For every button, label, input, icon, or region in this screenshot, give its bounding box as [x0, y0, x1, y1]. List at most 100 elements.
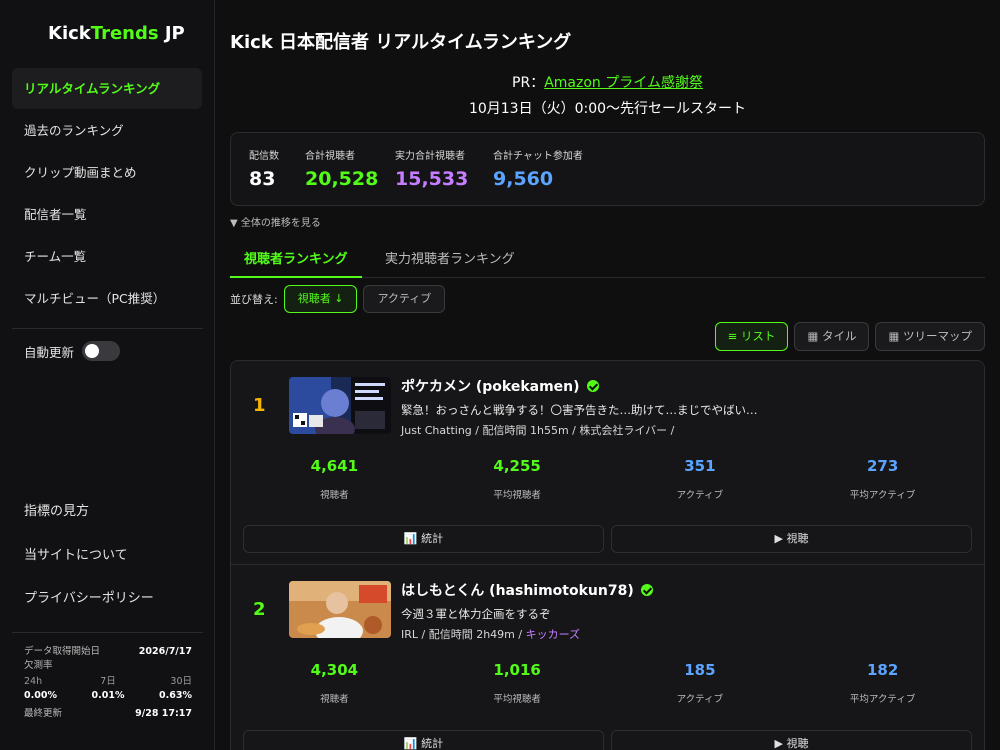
- sidebar-nav: リアルタイムランキング 過去のランキング クリップ動画まとめ 配信者一覧 チーム…: [12, 68, 202, 320]
- metric-viewers: 4,641 視聴者: [243, 457, 426, 501]
- sidebar-item-realtime-ranking[interactable]: リアルタイムランキング: [12, 68, 202, 109]
- sort-active-button[interactable]: アクティブ: [363, 285, 446, 313]
- site-logo[interactable]: KickTrends JP: [48, 23, 185, 44]
- sidebar-divider: [12, 328, 203, 329]
- metric-value: 185: [684, 661, 716, 679]
- stream-category: Just Chatting: [401, 424, 472, 437]
- view-tile-button[interactable]: ▦ タイル: [794, 322, 870, 351]
- summary-label: 合計チャット参加者: [493, 151, 583, 162]
- missing-rate-label-24h: 24h: [24, 676, 43, 687]
- rank-number: 2: [253, 599, 266, 620]
- summary-label: 配信数: [249, 151, 279, 162]
- last-updated-value: 9/28 17:17: [135, 708, 192, 719]
- metric-value: 273: [866, 457, 899, 475]
- metric-value: 4,255: [493, 457, 541, 475]
- sidebar-item-teams[interactable]: チーム一覧: [12, 236, 202, 277]
- stats-button[interactable]: 📊 統計: [243, 730, 604, 750]
- missing-rate-label: 欠測率: [24, 660, 53, 671]
- stream-actions: 📊 統計 ▶ 視聴: [243, 730, 972, 750]
- verified-icon: [586, 380, 599, 392]
- stream-metrics: 4,641 視聴者 4,255 平均視聴者 351 アクティブ 273 平均アクティブ: [243, 457, 974, 501]
- stream-card: 2 はしもとくん (hashimotokun78) 今週３軍と体力企画をするぞ …: [230, 565, 985, 750]
- streamer-name-text: はしもとくん (hashimotokun78): [401, 583, 634, 599]
- metric-active: 351 アクティブ: [609, 457, 792, 501]
- missing-rate-value-24h: 0.00%: [24, 690, 57, 701]
- sidebar-item-about[interactable]: 当サイトについて: [24, 534, 154, 578]
- metric-value: 1,016: [493, 661, 541, 679]
- sidebar-item-past-ranking[interactable]: 過去のランキング: [12, 110, 202, 151]
- stream-metrics: 4,304 視聴者 1,016 平均視聴者 185 アクティブ 182 平均アクティブ: [243, 661, 974, 705]
- metric-label: 視聴者: [320, 694, 349, 705]
- view-list-button[interactable]: ≡ リスト: [714, 322, 789, 351]
- streamer-name[interactable]: ポケカメン (pokekamen): [401, 376, 599, 396]
- summary-value: 9,560: [493, 168, 554, 190]
- stats-button[interactable]: 📊 統計: [243, 525, 604, 553]
- metric-value: 351: [684, 457, 716, 475]
- stream-category: IRL: [401, 628, 419, 641]
- summary-real-viewers: 実力合計視聴者 15,533: [395, 147, 468, 190]
- stream-team[interactable]: キッカーズ: [526, 628, 580, 641]
- metric-label: 平均アクティブ: [849, 694, 916, 705]
- data-start-label: データ取得開始日: [24, 646, 101, 657]
- sidebar-item-streamers[interactable]: 配信者一覧: [12, 194, 202, 235]
- tab-real-viewer-ranking[interactable]: 実力視聴者ランキング: [385, 244, 515, 278]
- metric-avg-viewers: 1,016 平均視聴者: [426, 661, 609, 705]
- metric-label: アクティブ: [676, 490, 724, 501]
- stream-title: 緊急！おっさんと戦争する！〇害予告きた…助けて…まじでやばい…: [401, 403, 758, 417]
- tab-viewer-ranking[interactable]: 視聴者ランキング: [230, 244, 362, 278]
- logo-text-trends: Trends: [90, 23, 159, 44]
- stream-card: 1 ポケカメン (pokekamen) 緊急！おっさんと戦争する！〇害予告きた……: [230, 360, 985, 565]
- stream-thumbnail[interactable]: [289, 377, 391, 434]
- summary-chat-participants: 合計チャット参加者 9,560: [493, 147, 583, 190]
- metric-value: 4,641: [310, 457, 359, 475]
- metric-label: 平均アクティブ: [849, 490, 916, 501]
- summary-label: 合計視聴者: [305, 151, 355, 162]
- metric-label: アクティブ: [676, 694, 724, 705]
- stream-duration: 配信時間 1h55m: [482, 424, 569, 437]
- watch-button[interactable]: ▶ 視聴: [611, 525, 972, 553]
- metric-avg-active: 273 平均アクティブ: [791, 457, 974, 501]
- pr-banner: PR：Amazon プライム感謝祭: [230, 72, 985, 92]
- sidebar: KickTrends JP リアルタイムランキング 過去のランキング クリップ動…: [0, 0, 215, 750]
- auto-update-toggle[interactable]: [82, 341, 121, 361]
- logo-text-kick: Kick: [48, 23, 91, 44]
- sidebar-item-multiview[interactable]: マルチビュー（PC推奨）: [12, 278, 202, 319]
- metric-avg-active: 182 平均アクティブ: [791, 661, 974, 705]
- data-start-value: 2026/7/17: [138, 646, 192, 657]
- view-treemap-button[interactable]: ▦ ツリーマップ: [875, 322, 985, 351]
- sort-viewers-button[interactable]: 視聴者 ↓: [283, 285, 358, 313]
- thumbnail-image: [289, 377, 391, 434]
- pr-subtext: 10月13日（火）0:00〜先行セールスタート: [468, 101, 747, 117]
- rank-number: 1: [253, 395, 266, 416]
- sidebar-item-metrics-guide[interactable]: 指標の見方: [24, 490, 154, 534]
- sidebar-divider-bottom: [12, 632, 203, 633]
- stream-actions: 📊 統計 ▶ 視聴: [243, 525, 972, 553]
- missing-rate-7d: 7日 0.01%: [92, 675, 125, 703]
- summary-value: 20,528: [305, 168, 379, 190]
- pr-link[interactable]: Amazon プライム感謝祭: [544, 75, 703, 91]
- metric-value: 182: [866, 661, 899, 679]
- stream-title: 今週３軍と体力企画をするぞ: [401, 607, 551, 621]
- streamer-name-text: ポケカメン (pokekamen): [401, 379, 580, 395]
- missing-rate-value-30d: 0.63%: [159, 690, 192, 701]
- watch-button[interactable]: ▶ 視聴: [611, 730, 972, 750]
- missing-rate-label-7d: 7日: [100, 676, 116, 687]
- sort-label: 並び替え:: [230, 293, 278, 306]
- stream-thumbnail[interactable]: [289, 581, 391, 638]
- stream-meta: IRL / 配信時間 2h49m / キッカーズ: [401, 628, 581, 641]
- metric-avg-viewers: 4,255 平均視聴者: [426, 457, 609, 501]
- summary-label: 実力合計視聴者: [395, 151, 465, 162]
- stream-team[interactable]: 株式会社ライバー: [579, 424, 667, 437]
- overall-trend-toggle[interactable]: ▼ 全体の推移を見る: [230, 214, 321, 229]
- view-mode-switcher: ≡ リスト ▦ タイル ▦ ツリーマップ: [709, 322, 985, 351]
- metric-label: 平均視聴者: [493, 490, 541, 501]
- streamer-name[interactable]: はしもとくん (hashimotokun78): [401, 580, 653, 600]
- missing-rate-30d: 30日 0.63%: [159, 675, 192, 703]
- ranking-tabs: 視聴者ランキング 実力視聴者ランキング: [230, 244, 985, 278]
- summary-panel: 配信数 83 合計視聴者 20,528 実力合計視聴者 15,533 合計チャッ…: [230, 132, 985, 206]
- data-start-row: データ取得開始日 2026/7/17: [24, 645, 192, 659]
- summary-value: 15,533: [395, 168, 469, 190]
- sidebar-item-privacy[interactable]: プライバシーポリシー: [24, 577, 154, 621]
- sidebar-item-clips[interactable]: クリップ動画まとめ: [12, 152, 202, 193]
- last-updated-label: 最終更新: [24, 708, 63, 719]
